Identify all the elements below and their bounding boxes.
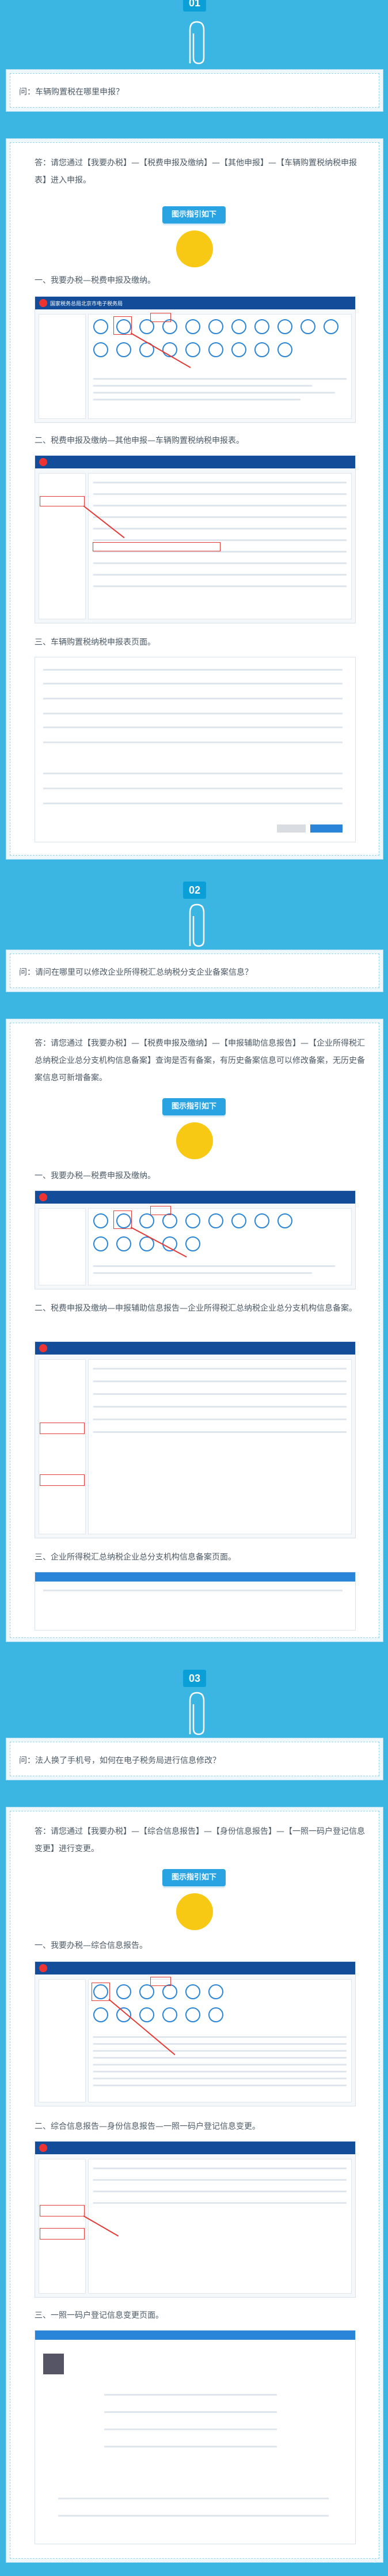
section-number-badge: 01: [183, 0, 206, 12]
screenshot-home: 国家税务总局北京市电子税务局: [35, 296, 356, 423]
step-text: 一、我要办税—综合信息报告。: [35, 1941, 147, 1950]
guide-label: 图示指引如下: [162, 1098, 226, 1115]
question-card: 问：车辆购置税在哪里申报？: [6, 69, 383, 112]
highlight-circle: [176, 230, 213, 267]
paperclip-icon: [189, 903, 205, 947]
section-number-badge: 02: [183, 882, 206, 899]
screenshot-declare: [35, 455, 356, 623]
step-text: 二、税费申报及缴纳—申报辅助信息报告—企业所得税汇总纳税企业总分支机构信息备案。: [35, 1304, 357, 1313]
question-text: 问：车辆购置税在哪里申报？: [19, 88, 124, 97]
screenshot-form: [35, 1572, 356, 1631]
step-text: 三、企业所得税汇总纳税企业总分支机构信息备案页面。: [35, 1553, 236, 1562]
answer-text: 答：请您通过【我要办税】—【综合信息报告】—【身份信息报告】—【一照一码户登记信…: [35, 1827, 365, 1853]
question-text: 问：法人换了手机号，如何在电子税务局进行信息修改？: [19, 1756, 220, 1765]
step-text: 二、综合信息报告—身份信息报告—一照一码户登记信息变更。: [35, 2122, 260, 2131]
answer-text: 答：请您通过【我要办税】—【税费申报及缴纳】—【申报辅助信息报告】—【企业所得税…: [35, 1039, 365, 1083]
question-card: 问：法人换了手机号，如何在电子税务局进行信息修改？: [6, 1738, 383, 1780]
screenshot-declare: [35, 2141, 356, 2298]
step-text: 三、一照一码户登记信息变更页面。: [35, 2311, 163, 2320]
screenshot-form: [35, 2330, 356, 2544]
step-text: 三、车辆购置税纳税申报表页面。: [35, 638, 155, 647]
question-card: 问：请问在哪里可以修改企业所得税汇总纳税分支企业备案信息？: [6, 950, 383, 992]
highlight-circle: [176, 1122, 213, 1159]
step-text: 一、我要办税—税费申报及缴纳。: [35, 276, 155, 285]
guide-label: 图示指引如下: [162, 1869, 226, 1886]
screenshot-form: [35, 657, 356, 842]
screenshot-home: [35, 1961, 356, 2106]
paperclip-icon: [189, 21, 205, 65]
screenshot-title: 国家税务总局北京市电子税务局: [50, 301, 123, 307]
step-text: 一、我要办税—税费申报及缴纳。: [35, 1171, 155, 1181]
screenshot-declare: [35, 1341, 356, 1538]
highlight-circle: [176, 1893, 213, 1930]
paperclip-icon: [189, 1692, 205, 1735]
answer-text: 答：请您通过【我要办税】—【税费申报及缴纳】—【其他申报】—【车辆购置税纳税申报…: [35, 158, 357, 185]
page-number: 3: [373, 2559, 376, 2564]
step-text: 二、税费申报及缴纳—其他申报—车辆购置税纳税申报表。: [35, 436, 244, 445]
guide-label: 图示指引如下: [162, 206, 226, 224]
screenshot-home: [35, 1190, 356, 1289]
section-number-badge: 03: [183, 1670, 206, 1687]
question-text: 问：请问在哪里可以修改企业所得税汇总纳税分支企业备案信息？: [19, 968, 253, 977]
